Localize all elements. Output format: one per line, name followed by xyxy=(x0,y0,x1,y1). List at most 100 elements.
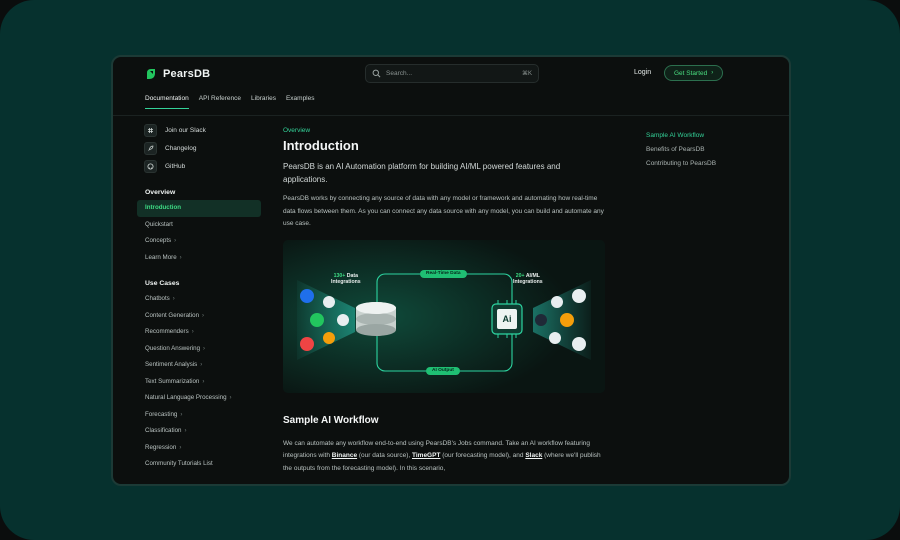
sidebar-use-case-item-label: Forecasting xyxy=(145,410,178,418)
toc-item-contributing[interactable]: Contributing to PearsDB xyxy=(646,157,716,171)
ai-integrations-count: 20+ xyxy=(515,272,525,279)
search-input[interactable]: Search... ⌘K xyxy=(365,64,539,83)
chevron-right-icon: › xyxy=(191,329,194,335)
sidebar-overview-item[interactable]: Learn More › xyxy=(137,250,261,267)
toc-item-sample-ai-workflow[interactable]: Sample AI Workflow xyxy=(646,129,716,143)
data-integrations-label: 130+ Data Integrations xyxy=(331,273,361,286)
data-integrations-count: 130+ xyxy=(333,272,346,279)
browser-window: PearsDB Search... ⌘K Login Get Started ›… xyxy=(111,55,791,486)
get-started-button[interactable]: Get Started › xyxy=(664,65,724,81)
sidebar-use-case-item[interactable]: Regression › xyxy=(137,440,261,457)
sidebar-link-label: Join our Slack xyxy=(165,126,206,134)
toc-item-benefits[interactable]: Benefits of PearsDB xyxy=(646,143,716,157)
brand-name: PearsDB xyxy=(163,68,211,80)
sidebar-use-case-item[interactable]: Sentiment Analysis › xyxy=(137,357,261,374)
real-time-data-pill: Real-Time Data xyxy=(420,269,467,278)
pear-logo-icon xyxy=(147,69,155,79)
database-icon xyxy=(356,301,396,336)
chevron-right-icon: › xyxy=(203,345,206,352)
data-integrations-subword: Integrations xyxy=(331,279,361,285)
sidebar-use-case-item-label: Sentiment Analysis xyxy=(145,361,198,368)
overview-list: Introduction Quickstart Concepts › Learn Mor… xyxy=(137,200,261,266)
search-icon xyxy=(372,69,381,78)
workflow-text: (our data source), xyxy=(357,452,412,459)
chevron-right-icon: › xyxy=(179,444,182,451)
sidebar-use-case-item[interactable]: Recommenders › xyxy=(137,324,261,341)
sidebar-use-case-item-label: Natural Language Processing xyxy=(145,394,227,401)
sidebar-overview-item-label: Introduction xyxy=(145,204,182,211)
sidebar: Join our Slack Changelog GitHub Overview… xyxy=(137,121,261,473)
sidebar-use-case-item[interactable]: Question Answering › xyxy=(137,341,261,358)
brand-logo[interactable]: PearsDB xyxy=(144,67,210,81)
chevron-right-icon: › xyxy=(200,362,203,368)
header-divider xyxy=(113,115,789,116)
sidebar-use-case-item[interactable]: Content Generation › xyxy=(137,308,261,325)
sidebar-use-case-item-label: Regression xyxy=(145,443,177,451)
chevron-right-icon: › xyxy=(202,312,205,319)
sidebar-link-label: Changelog xyxy=(165,144,197,152)
chevron-right-icon: › xyxy=(174,238,177,244)
ai-output-pill: AI Output xyxy=(426,366,460,375)
chevron-right-icon: › xyxy=(179,254,182,261)
sidebar-use-case-item-label: Question Answering xyxy=(145,344,201,352)
ai-integrations-word: AI/ML xyxy=(525,272,540,279)
search-placeholder: Search... xyxy=(386,70,413,77)
tab-documentation[interactable]: Documentation xyxy=(145,95,189,109)
get-started-label: Get Started xyxy=(674,69,708,77)
sidebar-use-case-item-label: Chatbots xyxy=(145,295,170,302)
tab-examples[interactable]: Examples xyxy=(286,95,315,109)
sidebar-use-case-item[interactable]: Forecasting › xyxy=(137,407,261,424)
tab-libraries[interactable]: Libraries xyxy=(251,95,276,109)
sidebar-use-case-item[interactable]: Natural Language Processing › xyxy=(137,390,261,407)
timegpt-link[interactable]: TimeGPT xyxy=(412,452,440,459)
data-integrations-word: Data xyxy=(346,272,359,279)
sidebar-use-case-item[interactable]: Classification › xyxy=(137,423,261,440)
binance-link[interactable]: Binance xyxy=(332,452,357,459)
chevron-right-icon: › xyxy=(180,411,183,418)
sidebar-use-case-item[interactable]: Chatbots › xyxy=(137,291,261,308)
sidebar-overview-item[interactable]: Introduction xyxy=(137,200,261,217)
sidebar-section-overview: Overview xyxy=(145,189,176,196)
sidebar-overview-item-label: Learn More xyxy=(145,253,177,261)
sidebar-overview-item-label: Concepts xyxy=(145,237,172,244)
intro-paragraph: PearsDB works by connecting any source o… xyxy=(283,195,604,227)
use-cases-list: Chatbots › Content Generation › Recommenders… xyxy=(137,291,261,473)
sidebar-link-github[interactable]: GitHub xyxy=(137,157,261,175)
sidebar-use-case-item-label: Community Tutorials List xyxy=(145,460,213,467)
ai-integrations-subword: Integrations xyxy=(513,279,543,285)
sidebar-overview-item-label: Quickstart xyxy=(145,220,173,228)
sidebar-use-case-item-label: Content Generation xyxy=(145,311,200,319)
sidebar-overview-item[interactable]: Quickstart xyxy=(137,217,261,234)
ai-chip-label: Ai xyxy=(502,313,512,324)
chevron-right-icon: › xyxy=(172,296,175,302)
chevron-right-icon: › xyxy=(202,378,205,385)
chevron-right-icon: › xyxy=(229,395,232,401)
slack-link[interactable]: Slack xyxy=(525,452,542,459)
sidebar-use-case-item[interactable]: Community Tutorials List xyxy=(137,456,261,473)
breadcrumb[interactable]: Overview xyxy=(283,127,605,134)
sidebar-link-label: GitHub xyxy=(165,162,186,170)
sidebar-use-case-item-label: Classification xyxy=(145,427,182,434)
section-title: Sample AI Workflow xyxy=(283,414,379,426)
sidebar-overview-item[interactable]: Concepts › xyxy=(137,233,261,250)
search-shortcut: ⌘K xyxy=(521,71,532,77)
slack-icon xyxy=(144,123,157,137)
ai-integrations-label: 20+ AI/ML Integrations xyxy=(513,273,543,286)
sidebar-use-case-item[interactable]: Text Summarization › xyxy=(137,374,261,391)
workflow-text: (our forecasting model), and xyxy=(440,452,526,459)
tab-api-reference[interactable]: API Reference xyxy=(199,95,241,109)
sidebar-link-changelog[interactable]: Changelog xyxy=(137,139,261,157)
sidebar-section-use-cases: Use Cases xyxy=(145,280,180,287)
architecture-diagram: 130+ Data Integrations 20+ AI/ML Integra… xyxy=(283,239,605,393)
lead-paragraph: PearsDB is an AI Automation platform for… xyxy=(283,162,561,184)
sidebar-use-case-item-label: Recommenders xyxy=(145,328,189,335)
login-link[interactable]: Login xyxy=(634,69,651,76)
sidebar-link-slack[interactable]: Join our Slack xyxy=(137,121,261,139)
page-title: Introduction xyxy=(283,138,359,153)
workflow-paragraph: We can automate any workflow end-to-end … xyxy=(283,438,605,476)
chevron-right-icon: › xyxy=(184,428,187,434)
github-icon xyxy=(144,159,157,173)
sidebar-use-case-item-label: Text Summarization xyxy=(145,377,200,385)
rocket-icon xyxy=(144,141,157,155)
main-content: Overview Introduction PearsDB is an AI A… xyxy=(283,121,605,475)
